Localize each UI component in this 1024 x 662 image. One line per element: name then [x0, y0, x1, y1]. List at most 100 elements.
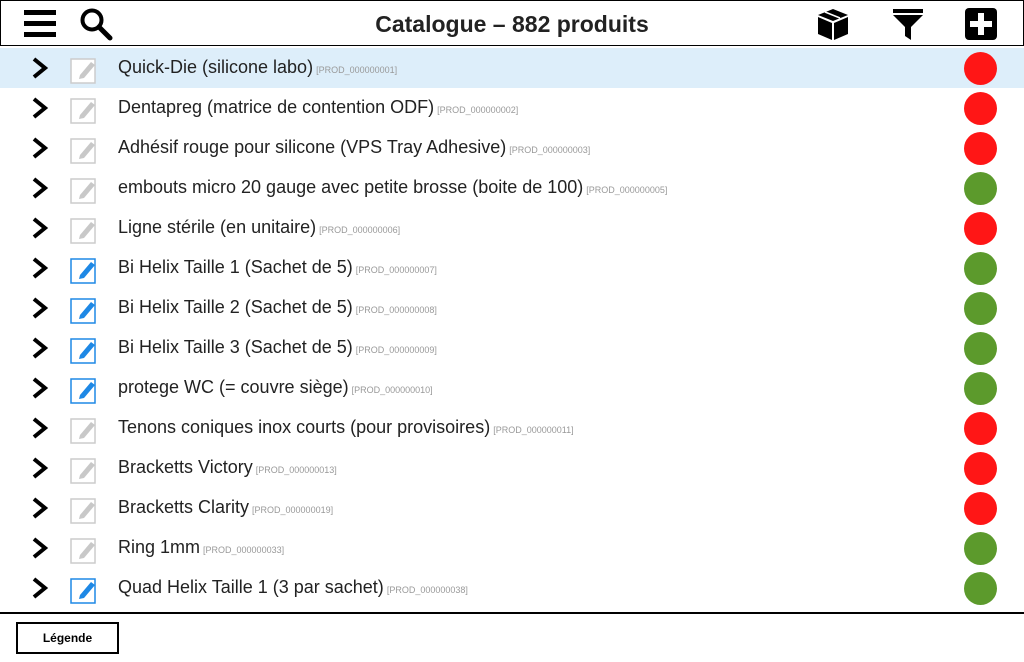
- product-name[interactable]: Bi Helix Taille 3 (Sachet de 5) [PROD_000…: [118, 337, 437, 358]
- list-item[interactable]: Bi Helix Taille 3 (Sachet de 5) [PROD_000…: [0, 328, 1024, 368]
- edit-icon[interactable]: [70, 256, 98, 284]
- product-label: Bi Helix Taille 1 (Sachet de 5): [118, 257, 353, 277]
- product-name[interactable]: protege WC (= couvre siège) [PROD_0000000…: [118, 377, 433, 398]
- edit-icon[interactable]: [70, 176, 98, 204]
- product-ref: [PROD_000000019]: [252, 505, 334, 515]
- box-icon[interactable]: [816, 7, 850, 41]
- status-indicator: [964, 172, 997, 205]
- status-indicator: [964, 252, 997, 285]
- edit-icon[interactable]: [70, 216, 98, 244]
- status-indicator: [964, 572, 997, 605]
- product-label: Tenons coniques inox courts (pour provis…: [118, 417, 491, 437]
- product-ref: [PROD_000000006]: [319, 225, 401, 235]
- status-indicator: [964, 332, 997, 365]
- product-ref: [PROD_000000010]: [351, 385, 433, 395]
- product-name[interactable]: Dentapreg (matrice de contention ODF) [PR…: [118, 97, 518, 118]
- edit-icon[interactable]: [70, 536, 98, 564]
- list-item[interactable]: Quad Helix Taille 1 (3 par sachet) [PROD_…: [0, 568, 1024, 608]
- list-item[interactable]: Quick-Die (silicone labo) [PROD_000000001…: [0, 48, 1024, 88]
- product-ref: [PROD_000000002]: [437, 105, 519, 115]
- edit-icon[interactable]: [70, 296, 98, 324]
- chevron-right-icon[interactable]: [30, 97, 50, 119]
- status-indicator: [964, 52, 997, 85]
- edit-icon[interactable]: [70, 56, 98, 84]
- status-indicator: [964, 532, 997, 565]
- chevron-right-icon[interactable]: [30, 497, 50, 519]
- product-ref: [PROD_000000038]: [386, 585, 468, 595]
- list-item[interactable]: Bracketts Clarity [PROD_000000019]: [0, 488, 1024, 528]
- footer: Légende: [0, 612, 1024, 662]
- product-label: Bi Helix Taille 2 (Sachet de 5): [118, 297, 353, 317]
- chevron-right-icon[interactable]: [30, 257, 50, 279]
- status-indicator: [964, 212, 997, 245]
- product-name[interactable]: Bracketts Clarity [PROD_000000019]: [118, 497, 333, 518]
- list-item[interactable]: Dentapreg (matrice de contention ODF) [PR…: [0, 88, 1024, 128]
- chevron-right-icon[interactable]: [30, 337, 50, 359]
- edit-icon[interactable]: [70, 576, 98, 604]
- list-item[interactable]: Bi Helix Taille 1 (Sachet de 5) [PROD_000…: [0, 248, 1024, 288]
- app-header: Catalogue – 882 produits: [0, 0, 1024, 46]
- chevron-right-icon[interactable]: [30, 377, 50, 399]
- edit-icon[interactable]: [70, 496, 98, 524]
- chevron-right-icon[interactable]: [30, 537, 50, 559]
- list-item[interactable]: Bi Helix Taille 2 (Sachet de 5) [PROD_000…: [0, 288, 1024, 328]
- product-ref: [PROD_000000013]: [255, 465, 337, 475]
- product-ref: [PROD_000000011]: [493, 425, 574, 435]
- product-ref: [PROD_000000008]: [355, 305, 437, 315]
- product-name[interactable]: Tenons coniques inox courts (pour provis…: [118, 417, 574, 438]
- chevron-right-icon[interactable]: [30, 217, 50, 239]
- add-icon[interactable]: [964, 7, 998, 41]
- list-item[interactable]: Ligne stérile (en unitaire) [PROD_0000000…: [0, 208, 1024, 248]
- product-name[interactable]: Bi Helix Taille 1 (Sachet de 5) [PROD_000…: [118, 257, 437, 278]
- status-indicator: [964, 372, 997, 405]
- product-name[interactable]: Bi Helix Taille 2 (Sachet de 5) [PROD_000…: [118, 297, 437, 318]
- status-indicator: [964, 292, 997, 325]
- product-label: Quick-Die (silicone labo): [118, 57, 314, 77]
- edit-icon[interactable]: [70, 376, 98, 404]
- product-name[interactable]: embouts micro 20 gauge avec petite bross…: [118, 177, 667, 198]
- product-name[interactable]: Ring 1mm [PROD_000000033]: [118, 537, 284, 558]
- status-indicator: [964, 492, 997, 525]
- chevron-right-icon[interactable]: [30, 57, 50, 79]
- edit-icon[interactable]: [70, 416, 98, 444]
- chevron-right-icon[interactable]: [30, 177, 50, 199]
- list-item[interactable]: Bracketts Victory [PROD_000000013]: [0, 448, 1024, 488]
- product-name[interactable]: Bracketts Victory [PROD_000000013]: [118, 457, 337, 478]
- product-ref: [PROD_000000001]: [316, 65, 398, 75]
- status-indicator: [964, 132, 997, 165]
- product-label: Ligne stérile (en unitaire): [118, 217, 317, 237]
- chevron-right-icon[interactable]: [30, 137, 50, 159]
- list-item[interactable]: Tenons coniques inox courts (pour provis…: [0, 408, 1024, 448]
- edit-icon[interactable]: [70, 336, 98, 364]
- chevron-right-icon[interactable]: [30, 297, 50, 319]
- product-label: Quad Helix Taille 1 (3 par sachet): [118, 577, 384, 597]
- list-item[interactable]: embouts micro 20 gauge avec petite bross…: [0, 168, 1024, 208]
- edit-icon[interactable]: [70, 456, 98, 484]
- filter-icon[interactable]: [891, 7, 925, 41]
- list-item[interactable]: Ring 1mm [PROD_000000033]: [0, 528, 1024, 568]
- product-ref: [PROD_000000007]: [355, 265, 437, 275]
- product-label: Bi Helix Taille 3 (Sachet de 5): [118, 337, 353, 357]
- product-label: Bracketts Clarity: [118, 497, 250, 517]
- edit-icon[interactable]: [70, 96, 98, 124]
- product-label: Bracketts Victory: [118, 457, 253, 477]
- chevron-right-icon[interactable]: [30, 457, 50, 479]
- product-label: Dentapreg (matrice de contention ODF): [118, 97, 435, 117]
- product-name[interactable]: Quad Helix Taille 1 (3 par sachet) [PROD_…: [118, 577, 468, 598]
- product-label: protege WC (= couvre siège): [118, 377, 349, 397]
- chevron-right-icon[interactable]: [30, 577, 50, 599]
- legend-button[interactable]: Légende: [16, 622, 119, 654]
- product-label: Adhésif rouge pour silicone (VPS Tray Ad…: [118, 137, 507, 157]
- chevron-right-icon[interactable]: [30, 417, 50, 439]
- product-name[interactable]: Quick-Die (silicone labo) [PROD_000000001…: [118, 57, 397, 78]
- product-ref: [PROD_000000003]: [509, 145, 591, 155]
- list-item[interactable]: protege WC (= couvre siège) [PROD_0000000…: [0, 368, 1024, 408]
- edit-icon[interactable]: [70, 136, 98, 164]
- product-list: Quick-Die (silicone labo) [PROD_000000001…: [0, 48, 1024, 612]
- product-ref: [PROD_000000009]: [355, 345, 437, 355]
- status-indicator: [964, 92, 997, 125]
- product-name[interactable]: Ligne stérile (en unitaire) [PROD_0000000…: [118, 217, 400, 238]
- list-item[interactable]: Adhésif rouge pour silicone (VPS Tray Ad…: [0, 128, 1024, 168]
- product-name[interactable]: Adhésif rouge pour silicone (VPS Tray Ad…: [118, 137, 590, 158]
- status-indicator: [964, 452, 997, 485]
